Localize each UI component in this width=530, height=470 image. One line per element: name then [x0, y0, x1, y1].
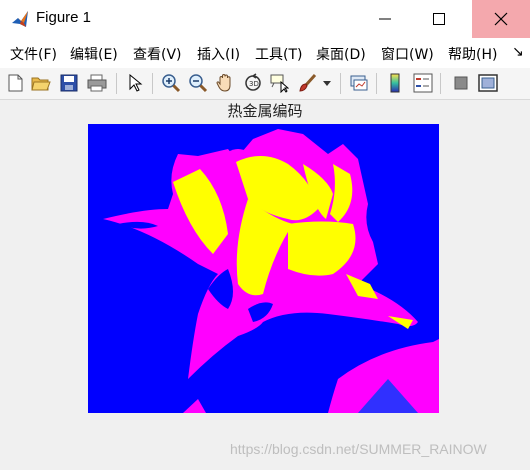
toolbar-separator: [152, 73, 153, 94]
menu-tools[interactable]: 工具(T): [255, 44, 302, 64]
menu-edit[interactable]: 编辑(E): [70, 44, 118, 64]
toolbar-separator: [340, 73, 341, 94]
menu-desktop[interactable]: 桌面(D): [316, 44, 366, 64]
brush-icon[interactable]: [296, 72, 318, 94]
watermark-text: https://blog.csdn.net/SUMMER_RAINOW: [230, 441, 487, 457]
close-icon: [494, 12, 508, 26]
menu-overflow-icon[interactable]: ↘: [512, 44, 524, 60]
show-plot-tools-icon[interactable]: [477, 72, 499, 94]
close-button[interactable]: [472, 0, 530, 38]
zoom-in-icon[interactable]: [160, 72, 182, 94]
maximize-icon: [433, 13, 445, 25]
colorbar-icon[interactable]: [384, 72, 406, 94]
menu-insert[interactable]: 插入(I): [197, 44, 240, 64]
menu-window[interactable]: 窗口(W): [381, 44, 434, 64]
print-icon[interactable]: [86, 72, 108, 94]
rotate-3d-icon[interactable]: 3D: [242, 72, 264, 94]
select-pointer-icon[interactable]: [124, 72, 146, 94]
toolbar-separator: [440, 73, 441, 94]
new-figure-icon[interactable]: [4, 72, 26, 94]
window-title: Figure 1: [36, 9, 92, 26]
maximize-button[interactable]: [416, 0, 462, 38]
pan-hand-icon[interactable]: [214, 72, 236, 94]
toolbar-separator: [376, 73, 377, 94]
axes-title: 热金属编码: [227, 102, 303, 120]
toolbar-separator: [116, 73, 117, 94]
hide-plot-tools-icon[interactable]: [450, 72, 472, 94]
lotus-image: [88, 124, 439, 413]
menu-help[interactable]: 帮助(H): [448, 44, 497, 64]
menu-bar: 文件(F) 编辑(E) 查看(V) 插入(I) 工具(T) 桌面(D) 窗口(W…: [0, 38, 530, 68]
menu-view[interactable]: 查看(V): [133, 44, 182, 64]
legend-icon[interactable]: [412, 72, 434, 94]
figure-toolbar: 3D: [0, 68, 530, 100]
minimize-icon: [379, 18, 391, 20]
brush-dropdown-icon[interactable]: [322, 72, 332, 94]
zoom-out-icon[interactable]: [187, 72, 209, 94]
link-plot-icon[interactable]: [348, 72, 370, 94]
data-cursor-icon[interactable]: [268, 72, 290, 94]
svg-text:3D: 3D: [249, 80, 259, 88]
matlab-logo-icon: [10, 9, 30, 29]
minimize-button[interactable]: [362, 0, 408, 38]
title-bar: Figure 1: [0, 0, 530, 38]
save-icon[interactable]: [58, 72, 80, 94]
menu-file[interactable]: 文件(F): [10, 44, 57, 64]
open-file-icon[interactable]: [30, 72, 52, 94]
